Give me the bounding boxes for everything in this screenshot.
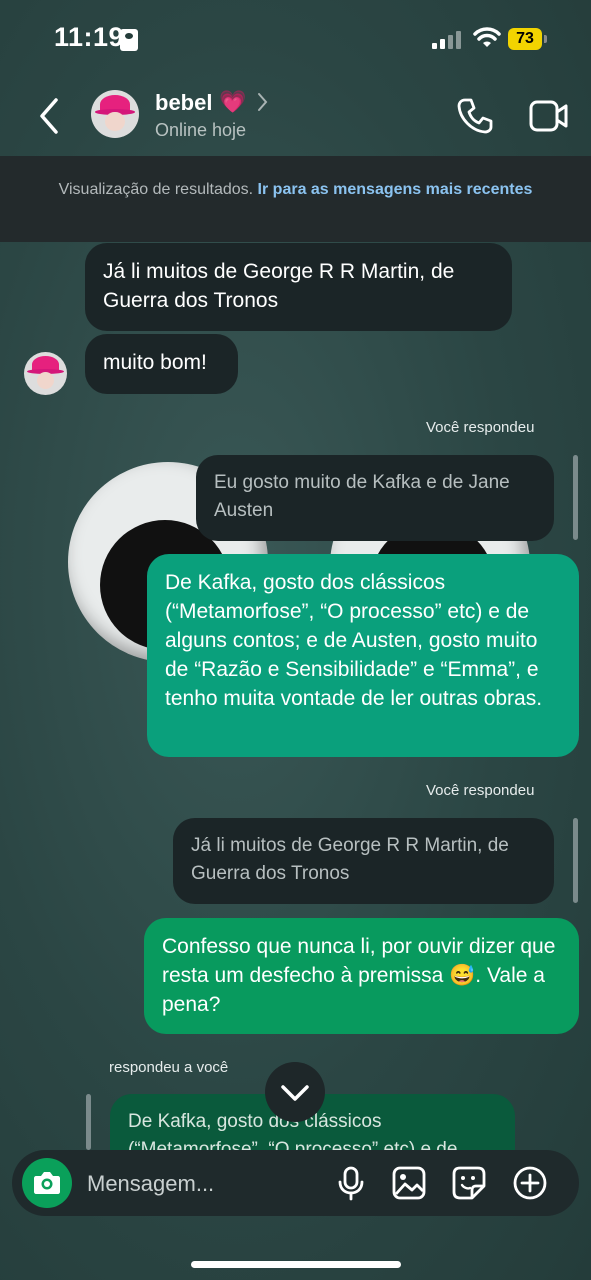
banner-text: Visualização de resultados. Ir para as m… [40,180,551,200]
chevron-right-icon[interactable] [257,92,269,112]
reply-indicator-line [573,818,578,903]
quoted-message[interactable]: Já li muitos de George R R Martin, de Gu… [173,818,554,904]
image-icon[interactable] [390,1164,428,1202]
quoted-text: Já li muitos de George R R Martin, de Gu… [191,835,509,884]
contact-name[interactable]: bebel [155,90,212,116]
message-composer [12,1150,579,1216]
video-icon[interactable] [528,98,570,134]
heart-emoji: 💗 [219,89,247,114]
outgoing-message[interactable]: Confesso que nunca li, por ouvir dizer q… [144,918,579,1034]
sticker-icon[interactable] [450,1164,488,1202]
back-icon[interactable] [34,96,66,136]
chat-header: bebel 💗 Online hoje [0,80,591,156]
camera-button[interactable] [22,1158,72,1208]
reply-indicator-line [573,455,578,540]
plus-icon[interactable] [511,1164,549,1202]
quoted-message[interactable]: Eu gosto muito de Kafka e de Jane Austen [196,455,554,541]
chevron-down-icon [281,1085,309,1101]
scroll-to-bottom-button[interactable] [265,1062,325,1122]
message-input[interactable] [85,1166,319,1202]
message-text: muito bom! [103,351,207,374]
cellular-signal-icon [432,31,462,49]
reply-label: respondeu a você [109,1059,229,1076]
phone-icon[interactable] [455,96,495,136]
sweat-smile-emoji: 😅 [449,964,476,987]
microphone-icon[interactable] [332,1164,370,1202]
incoming-message[interactable]: muito bom! [85,334,238,394]
reply-label: Você respondeu [426,782,535,799]
wifi-icon [473,27,501,47]
clock: 11:19 [54,22,125,52]
sender-avatar[interactable] [24,352,67,395]
focus-mode-icon [120,29,138,51]
message-text: Já li muitos de George R R Martin, de Gu… [103,260,455,312]
camera-icon [34,1172,60,1194]
banner-message: Visualização de resultados. [58,181,258,198]
contact-avatar[interactable] [91,90,139,138]
reply-indicator-line [86,1094,91,1150]
reply-label: Você respondeu [426,419,535,436]
quoted-text: Eu gosto muito de Kafka e de Jane Austen [214,472,510,521]
jump-to-recent-link[interactable]: Ir para as mensagens mais recentes [258,181,533,198]
search-results-banner: Visualização de resultados. Ir para as m… [0,156,591,242]
incoming-message[interactable]: Já li muitos de George R R Martin, de Gu… [85,243,512,331]
contact-status: Online hoje [155,120,247,140]
battery-indicator: 73 [508,28,542,50]
status-bar: 11:19 73 [0,0,591,80]
message-text: De Kafka, gosto dos clássicos (“Metamorf… [165,571,543,710]
home-indicator[interactable] [191,1261,401,1268]
battery-tip [544,35,547,43]
outgoing-message[interactable]: De Kafka, gosto dos clássicos (“Metamorf… [147,554,579,757]
